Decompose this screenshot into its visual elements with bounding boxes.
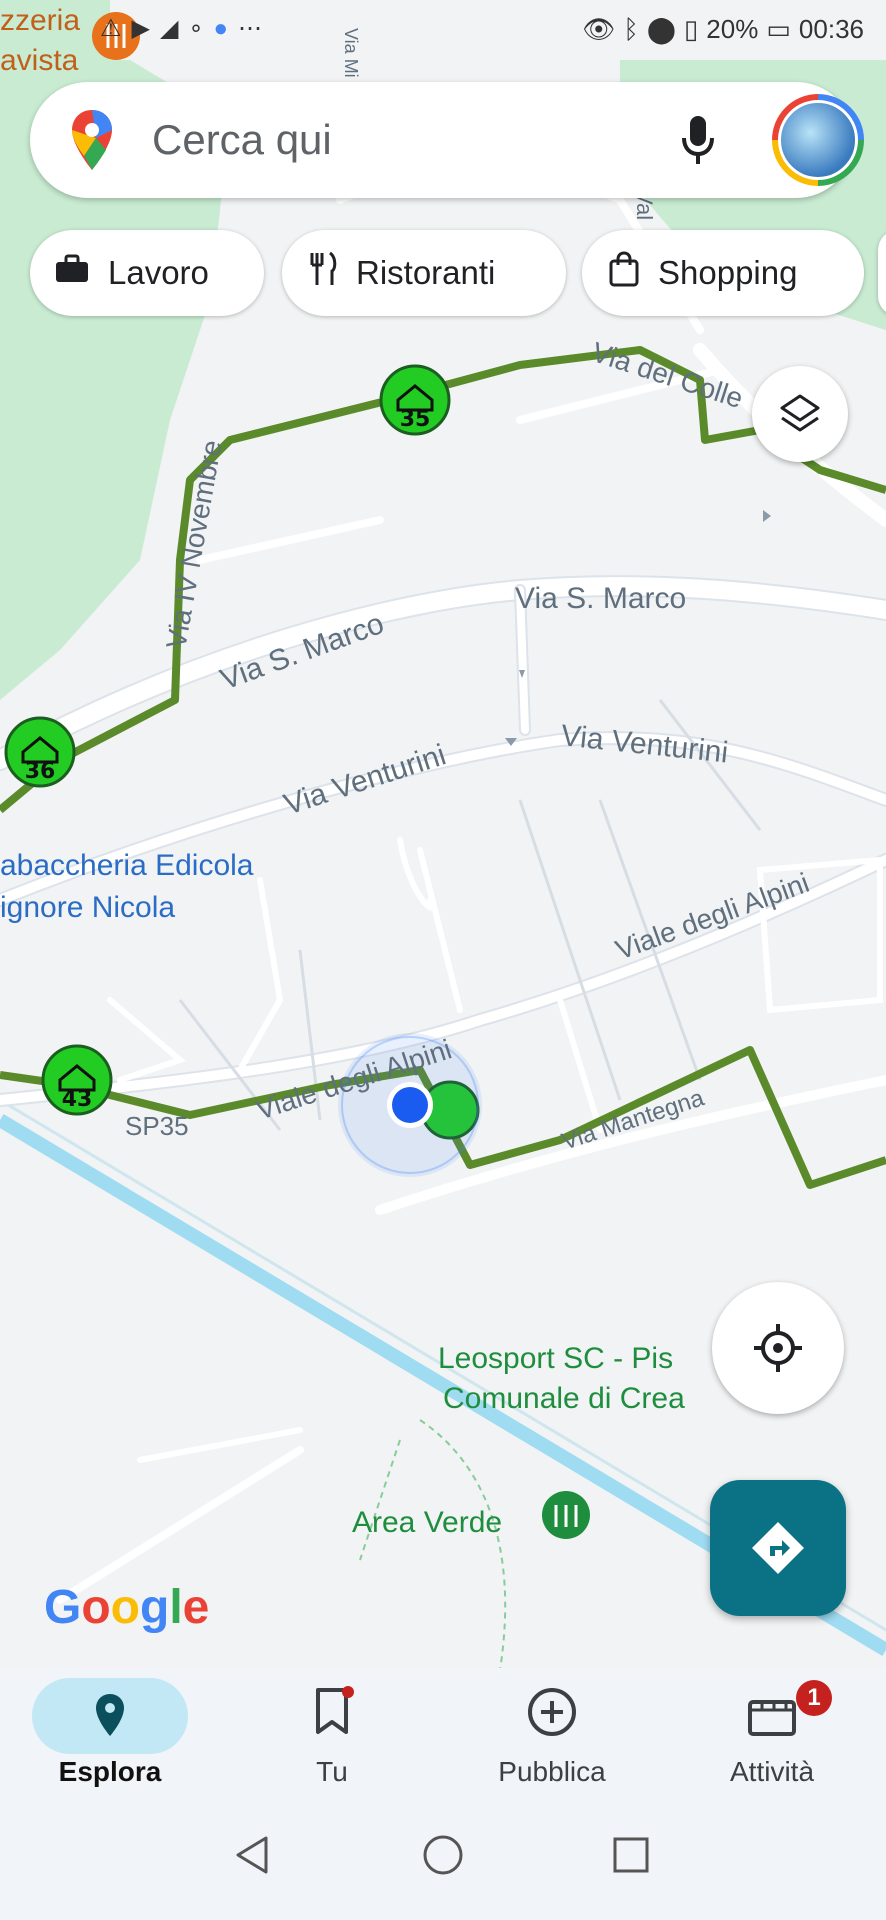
- battery-percent: 20%: [706, 14, 759, 44]
- dot-icon: ∘: [188, 15, 204, 42]
- search-bar[interactable]: Cerca qui: [30, 82, 864, 198]
- chrome-icon: ●: [213, 14, 228, 42]
- chip-lavoro[interactable]: Lavoro: [30, 230, 264, 316]
- nav-pubblica[interactable]: Pubblica: [452, 1668, 652, 1788]
- chip-shopping[interactable]: Shopping: [582, 230, 864, 316]
- chip-more[interactable]: [878, 230, 886, 316]
- business-icon: [746, 1688, 798, 1743]
- crosshair-icon: [752, 1322, 804, 1379]
- directions-icon: [748, 1518, 808, 1583]
- nav-label: Attività: [729, 1756, 815, 1787]
- route-marker-35[interactable]: 35: [379, 364, 451, 436]
- youtube-icon: ▶: [131, 15, 150, 42]
- notification-badge: 1: [796, 1680, 832, 1716]
- search-input[interactable]: Cerca qui: [152, 116, 332, 164]
- location-icon: ⬤: [646, 14, 676, 44]
- chip-label: Shopping: [658, 254, 798, 291]
- layers-icon: [778, 392, 822, 441]
- clock: 00:36: [798, 14, 864, 44]
- status-right-icons: 👁 ᛒ ⬤ ▯ 20% ▭ 00:36: [582, 14, 864, 45]
- place-label-area-verde: Area Verde: [352, 1506, 502, 1539]
- route-marker-36[interactable]: 36: [4, 716, 76, 788]
- home-icon[interactable]: [422, 1834, 464, 1881]
- place-label-leosport: Comunale di Crea: [443, 1382, 685, 1415]
- my-location-button[interactable]: [712, 1282, 844, 1414]
- place-label-tabaccheria: abaccheria Edicola: [0, 849, 254, 882]
- eye-icon: 👁: [582, 14, 616, 44]
- nav-label: Esplora: [58, 1756, 162, 1787]
- place-label-tabaccheria: ignore Nicola: [0, 891, 175, 924]
- nav-attivita[interactable]: 1 Attività: [672, 1668, 872, 1788]
- bottom-navigation: Esplora Tu Pubblica 1 Attività: [0, 1668, 886, 1788]
- google-logo: Google: [44, 1581, 210, 1634]
- layers-button[interactable]: [752, 366, 848, 462]
- nav-esplora[interactable]: Esplora: [10, 1668, 210, 1788]
- street-label-via-s-marco: Via S. Marco: [515, 582, 686, 615]
- street-label-sp35: SP35: [125, 1111, 189, 1141]
- bookmark-icon: [310, 1686, 354, 1743]
- add-circle-icon: [526, 1686, 578, 1743]
- place-label-leosport: Leosport SC - Pis: [438, 1342, 673, 1375]
- account-avatar[interactable]: [772, 94, 864, 186]
- battery-icon: ▭: [766, 14, 791, 44]
- vibrate-icon: ▯: [683, 14, 699, 44]
- chip-ristoranti[interactable]: Ristoranti: [282, 230, 566, 316]
- nav-label: Pubblica: [498, 1756, 606, 1787]
- nav-label: Tu: [316, 1756, 348, 1787]
- restaurant-icon: [308, 251, 338, 295]
- more-icon: ⋯: [237, 15, 262, 42]
- microphone-icon[interactable]: [678, 112, 718, 173]
- chip-label: Lavoro: [108, 254, 209, 291]
- area-verde-poi-icon[interactable]: [542, 1491, 590, 1539]
- status-bar: ⚠ ▶ ◢ ∘ ● ⋯ 👁 ᛒ ⬤ ▯ 20% ▭ 00:36: [0, 0, 886, 62]
- chip-label: Ristoranti: [356, 254, 496, 291]
- directions-button[interactable]: [710, 1480, 846, 1616]
- google-maps-pin-icon: [70, 108, 114, 177]
- route-marker-43[interactable]: 43: [41, 1044, 113, 1116]
- back-icon[interactable]: [232, 1834, 272, 1881]
- nav-active-indicator: [32, 1678, 188, 1754]
- signal-icon: ◢: [159, 15, 179, 42]
- warning-icon: ⚠: [100, 15, 122, 42]
- nav-tu[interactable]: Tu: [232, 1668, 432, 1788]
- explore-pin-icon: [94, 1692, 126, 1743]
- shopping-bag-icon: [608, 251, 640, 295]
- bluetooth-icon: ᛒ: [623, 14, 639, 44]
- briefcase-icon: [54, 254, 90, 292]
- system-navigation-bar: [0, 1788, 886, 1920]
- status-left-icons: ⚠ ▶ ◢ ∘ ● ⋯: [100, 14, 262, 43]
- recents-icon[interactable]: [612, 1836, 650, 1879]
